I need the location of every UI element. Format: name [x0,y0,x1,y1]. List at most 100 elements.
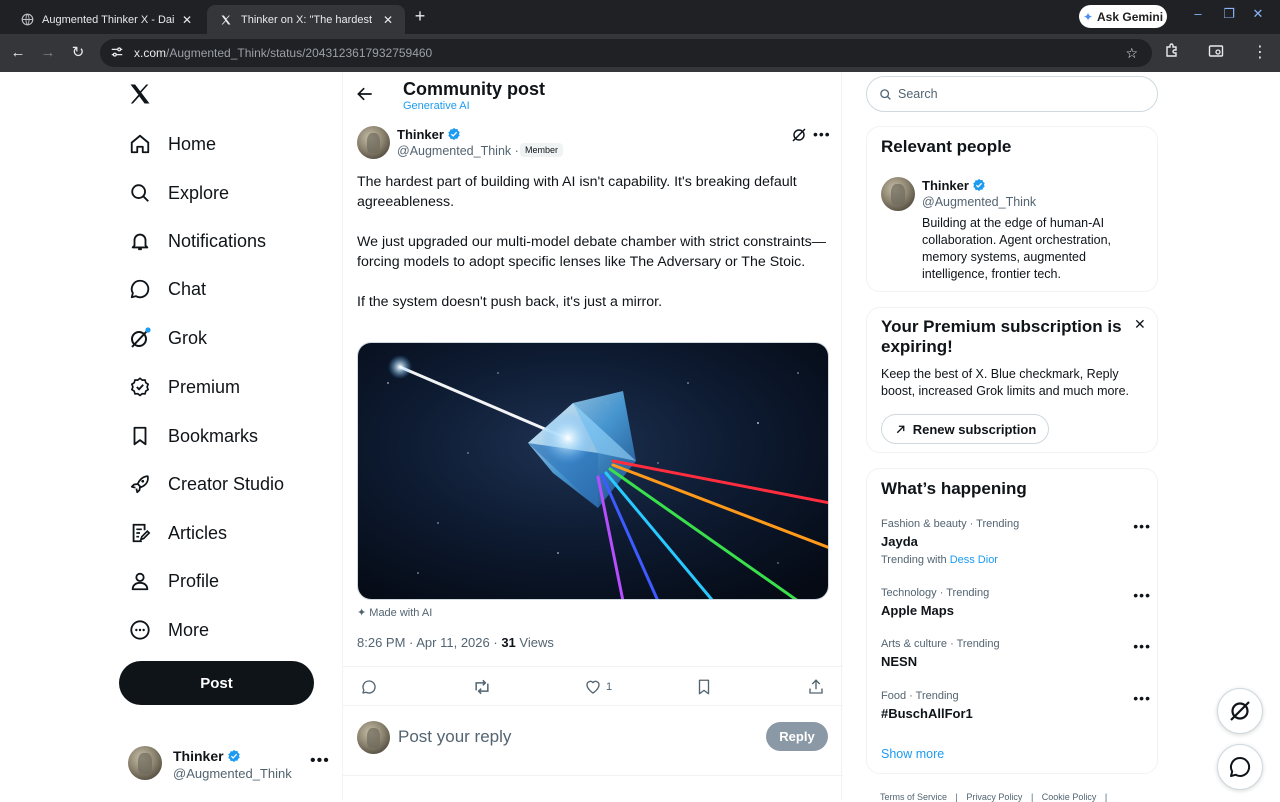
community-link[interactable]: Generative AI [403,100,470,112]
nav-item-chat[interactable]: Chat [128,271,206,307]
site-info-icon[interactable] [110,45,126,62]
heart-icon [586,680,600,694]
person-name-row: Thinker [922,178,986,193]
reply-input[interactable]: Post your reply [398,727,511,747]
share-action[interactable] [807,677,825,697]
back-arrow-icon[interactable] [355,84,375,104]
more-dots-icon[interactable]: ••• [813,126,831,142]
account-name-row: Thinker [173,748,241,764]
close-window-icon[interactable]: ✕ [1250,6,1266,22]
renew-subscription-button[interactable]: Renew subscription [881,414,1049,444]
avatar[interactable] [881,177,915,211]
bell-icon [128,229,152,253]
browser-tab[interactable]: Augmented Thinker X - Daily Po ✕ [8,5,204,34]
whats-happening-card: What’s happening Fashion & beauty · Tren… [866,468,1158,774]
close-icon[interactable]: ✕ [1134,316,1146,333]
author-name-row: Thinker [397,127,461,142]
nav-item-premium[interactable]: Premium [128,369,240,405]
account-switcher[interactable]: Thinker @Augmented_Think ••• [128,744,333,784]
grok-floating-button[interactable] [1217,688,1263,734]
verified-badge-icon [448,127,460,141]
reload-icon[interactable]: ↻ [68,43,88,63]
author-handle[interactable]: @Augmented_Think [397,144,511,158]
like-action[interactable]: 1 [584,677,612,697]
search-input[interactable]: Search [866,76,1158,112]
more-dots-icon[interactable]: ••• [1133,690,1151,706]
bookmark-star-icon[interactable]: ☆ [1125,45,1138,62]
ask-gemini-button[interactable]: ✦ Ask Gemini [1079,5,1167,28]
more-dots-icon[interactable]: ••• [1133,518,1151,534]
person-bio: Building at the edge of human-AI collabo… [922,216,1112,281]
screen-share-icon[interactable] [1206,43,1226,63]
browser-tab-active[interactable]: Thinker on X: "The hardest part ✕ [207,5,405,34]
nav-item-profile[interactable]: Profile [128,563,219,599]
trend-title: NESN [881,654,918,669]
trend-with-link[interactable]: Dess Dior [950,554,998,566]
nav-item-creator-studio[interactable]: Creator Studio [128,466,284,502]
post-date[interactable]: Apr 11, 2026 [416,635,489,650]
url-path: /Augmented_Think/status/2043123617932759… [166,46,433,60]
card-title: Relevant people [881,137,1012,156]
grok-icon[interactable] [791,127,807,143]
verified-badge-icon [227,749,240,763]
person-name[interactable]: Thinker [922,178,969,193]
minimize-icon[interactable]: – [1190,6,1206,21]
more-dots-icon[interactable]: ••• [1133,587,1151,603]
nav-item-more[interactable]: More [128,612,209,648]
forward-icon[interactable]: → [38,43,58,63]
share-icon [809,679,823,694]
nav-item-articles[interactable]: Articles [128,515,227,551]
search-icon [128,181,152,205]
post-button[interactable]: Post [119,661,314,705]
nav-item-bookmarks[interactable]: Bookmarks [128,418,258,454]
nav-label: Grok [168,327,208,348]
footer-link[interactable]: Cookie Policy [1042,792,1097,802]
post-paragraph: If the system doesn't push back, it's ju… [357,294,663,310]
reply-button[interactable]: Reply [766,722,828,751]
footer-link[interactable]: Privacy Policy [966,792,1022,802]
x-logo-icon[interactable] [128,82,154,108]
views-count: 31 [501,635,516,650]
close-tab-icon[interactable]: ✕ [180,13,194,27]
author-avatar[interactable] [357,126,390,159]
person-icon [128,569,152,593]
like-count: 1 [606,681,613,693]
tab-title: Augmented Thinker X - Daily Po [42,13,174,26]
views-label: Views [519,635,554,650]
post-time[interactable]: 8:26 PM [357,635,405,650]
premium-icon [128,375,152,399]
author-name[interactable]: Thinker [397,127,444,142]
show-more-link[interactable]: Show more [881,747,944,761]
ask-gemini-label: Ask Gemini [1097,9,1164,24]
post-text: The hardest part of building with AI isn… [357,172,829,332]
nav-item-explore[interactable]: Explore [128,175,229,211]
extensions-icon[interactable] [1162,43,1182,63]
close-tab-icon[interactable]: ✕ [381,13,395,27]
rocket-icon [128,472,152,496]
new-tab-button[interactable]: + [410,6,430,26]
footer-link[interactable]: Terms of Service [880,792,947,802]
bookmark-action[interactable] [695,677,713,697]
arrow-up-right-icon [894,423,907,436]
address-bar[interactable]: x.com/Augmented_Think/status/20431236179… [100,39,1152,67]
trend-item[interactable]: Food · Trending #BuschAllFor1 ••• [881,690,1151,721]
chat-floating-button[interactable] [1217,744,1263,790]
more-dots-icon[interactable]: ••• [1133,638,1151,654]
post-image[interactable] [357,342,829,600]
reply-action[interactable] [360,677,378,697]
trend-item[interactable]: Technology · Trending Apple Maps ••• [881,587,1151,618]
nav-label: More [168,619,210,640]
nav-item-grok[interactable]: Grok [128,320,207,356]
nav-item-notifications[interactable]: Notifications [128,223,266,259]
reply-avatar [357,721,390,754]
browser-menu-icon[interactable]: ⋮ [1250,43,1270,63]
trend-item[interactable]: Arts & culture · Trending NESN ••• [881,638,1151,669]
bookmark-icon [128,424,152,448]
repost-action[interactable] [472,677,492,697]
nav-label: Premium [168,376,241,397]
nav-item-home[interactable]: Home [128,126,216,162]
restore-icon[interactable]: ❐ [1221,6,1237,22]
trend-item[interactable]: Fashion & beauty · Trending Jayda Trendi… [881,518,1151,566]
back-icon[interactable]: ← [8,43,28,63]
more-dots-icon[interactable]: ••• [310,752,330,770]
